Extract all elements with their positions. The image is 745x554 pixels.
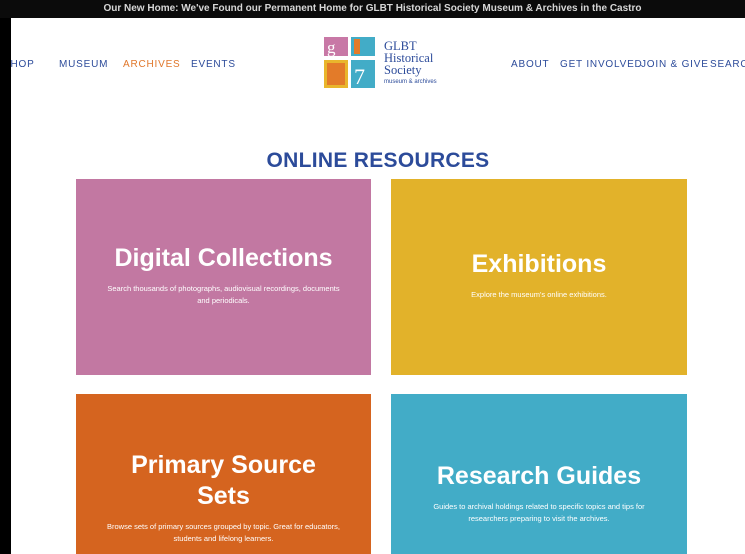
nav-join-give[interactable]: JOIN & GIVE xyxy=(641,59,709,70)
card-digital-collections[interactable]: Digital Collections Search thousands of … xyxy=(76,179,371,375)
card-title: Research Guides xyxy=(436,462,642,490)
logo-mark-icon: g 7 xyxy=(324,37,375,89)
nav-about[interactable]: ABOUT xyxy=(511,59,549,70)
nav-events[interactable]: EVENTS xyxy=(191,59,236,70)
site-logo[interactable]: g 7 GLBT Historical Society museum & arc… xyxy=(324,37,474,89)
nav-shop[interactable]: SHOP xyxy=(11,59,35,70)
page-content: SHOP MUSEUM ARCHIVES EVENTS g 7 GLBT His… xyxy=(11,18,745,554)
svg-text:g: g xyxy=(327,38,336,57)
logo-wordmark: GLBT Historical Society xyxy=(384,40,433,77)
card-description: Guides to archival holdings related to s… xyxy=(433,502,645,523)
logo-line-3: Society xyxy=(384,63,422,77)
svg-text:7: 7 xyxy=(354,64,365,89)
card-title: Exhibitions xyxy=(471,250,607,278)
card-research-guides[interactable]: Research Guides Guides to archival holdi… xyxy=(391,394,687,554)
announcement-banner[interactable]: Our New Home: We've Found our Permanent … xyxy=(0,0,745,18)
section-title: ONLINE RESOURCES xyxy=(266,149,490,172)
card-title: Digital Collections xyxy=(114,244,333,272)
card-description: Explore the museum's online exhibitions. xyxy=(471,290,607,299)
card-description: Search thousands of photographs, audiovi… xyxy=(107,284,340,305)
nav-museum[interactable]: MUSEUM xyxy=(59,59,108,70)
nav-archives[interactable]: ARCHIVES xyxy=(123,59,181,70)
nav-get-involved[interactable]: GET INVOLVED xyxy=(560,59,643,70)
card-title: Primary Source Sets xyxy=(131,451,316,510)
card-exhibitions[interactable]: Exhibitions Explore the museum's online … xyxy=(391,179,687,375)
nav-search[interactable]: SEARCH xyxy=(710,59,745,70)
logo-subtitle: museum & archives xyxy=(384,79,437,85)
card-primary-source-sets[interactable]: Primary Source Sets Browse sets of prima… xyxy=(76,394,371,554)
card-description: Browse sets of primary sources grouped b… xyxy=(106,522,341,543)
